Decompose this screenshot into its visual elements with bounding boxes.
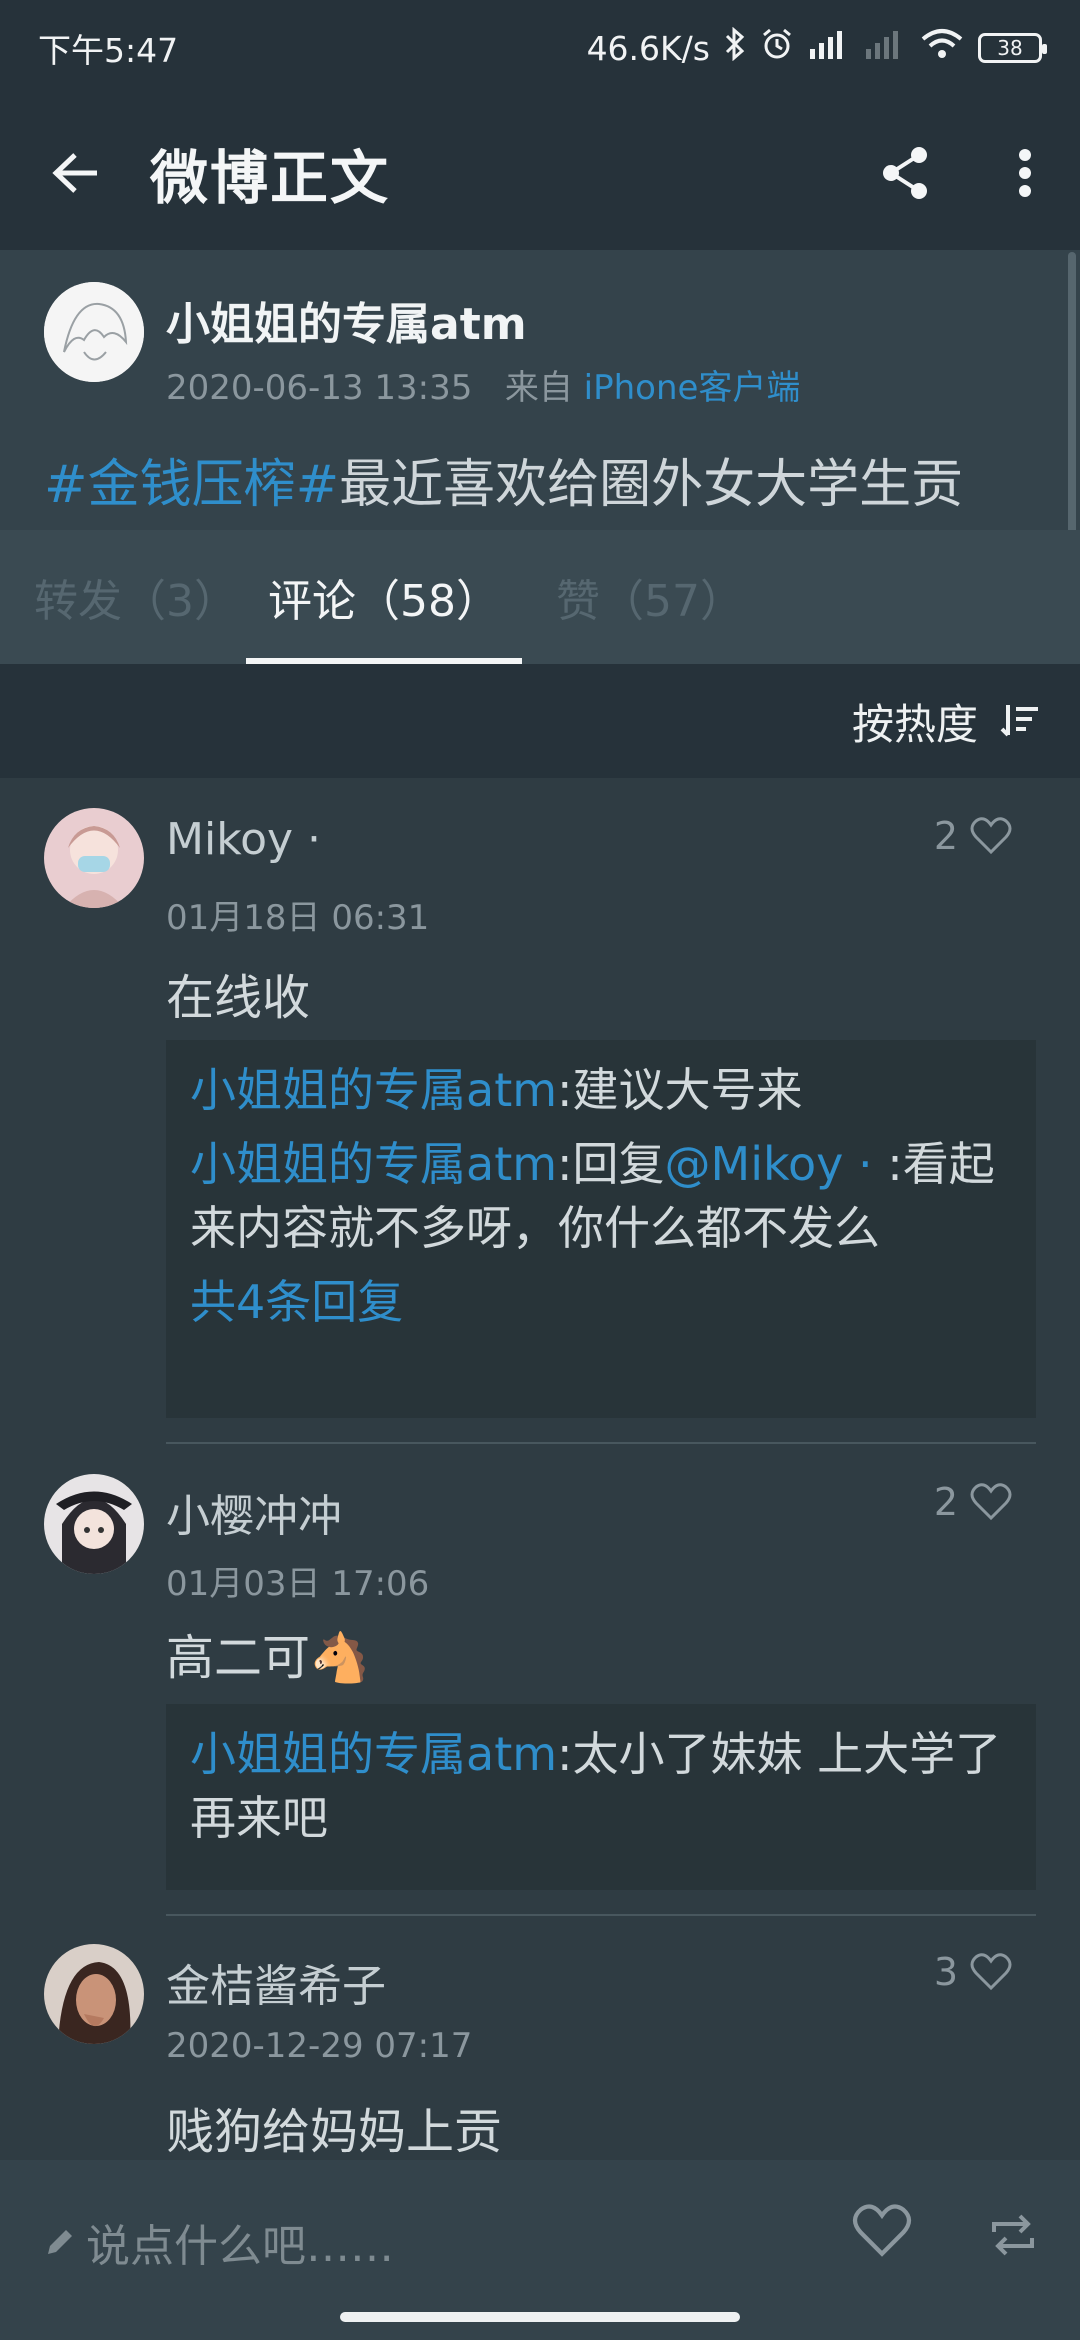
page-title: 微博正文 — [150, 144, 391, 212]
comment-author[interactable]: 金桔酱希子 — [166, 1950, 386, 2014]
tab-reposts[interactable]: 转发（3） — [0, 530, 246, 664]
post-source[interactable]: iPhone客户端 — [584, 368, 801, 408]
home-indicator[interactable] — [340, 2312, 740, 2322]
reply-box[interactable]: 小姐姐的专属atm:太小了妹妹 上大学了再来吧 — [166, 1704, 1036, 1890]
reply-mention[interactable]: @Mikoy · — [665, 1137, 873, 1191]
like-post-button[interactable] — [852, 2204, 912, 2262]
comment-input-placeholder: 说点什么吧…… — [86, 2221, 394, 2272]
comment-input[interactable]: 说点什么吧…… — [44, 2210, 394, 2274]
like-count: 3 — [933, 1950, 958, 1994]
comment-author[interactable]: Mikoy · — [166, 814, 321, 865]
sort-icon — [1000, 705, 1038, 737]
heart-icon — [970, 817, 1012, 855]
share-button[interactable] — [840, 96, 970, 250]
reply-text: :建议大号来 — [557, 1063, 803, 1117]
comment-date: 01月18日 06:31 — [166, 898, 430, 938]
avatar[interactable] — [44, 808, 144, 908]
post-from-label: 来自 — [504, 368, 573, 408]
app-bar: 微博正文 — [0, 96, 1080, 250]
net-speed: 46.6K/s — [586, 28, 710, 68]
like-button[interactable]: 3 — [934, 1950, 1012, 1994]
heart-icon — [852, 2204, 912, 2257]
comment-text[interactable]: 在线收 — [166, 958, 310, 1028]
repost-button[interactable] — [988, 2210, 1038, 2264]
reply-author[interactable]: 小姐姐的专属atm — [190, 1137, 557, 1191]
post-body[interactable]: #金钱压榨#最近喜欢给圈外女大学生贡 — [44, 442, 963, 517]
sort-bar[interactable]: 按热度 — [0, 664, 1080, 778]
back-arrow-icon — [52, 153, 97, 193]
comment-date: 2020-12-29 07:17 — [166, 2026, 473, 2066]
reply-text: :回复 — [557, 1137, 665, 1191]
reply-item: 小姐姐的专属atm:建议大号来 — [190, 1058, 1012, 1122]
more-button[interactable] — [970, 96, 1080, 250]
heart-icon — [970, 1953, 1012, 1991]
battery-icon: 38 — [978, 33, 1047, 63]
alarm-icon — [760, 27, 794, 69]
pencil-icon — [48, 2230, 72, 2254]
avatar[interactable] — [44, 1474, 144, 1574]
back-button[interactable] — [0, 96, 150, 250]
status-bar: 下午5:47 46.6K/s 38 — [0, 0, 1080, 96]
repost-icon — [992, 2214, 1034, 2256]
more-replies-link[interactable]: 共4条回复 — [190, 1270, 1012, 1334]
comment-author[interactable]: 小樱冲冲 — [166, 1480, 342, 1544]
author-avatar[interactable] — [44, 282, 144, 382]
post-meta: 2020-06-13 13:35 来自 iPhone客户端 — [166, 360, 800, 409]
reply-author[interactable]: 小姐姐的专属atm — [190, 1063, 557, 1117]
tab-comments[interactable]: 评论（58） — [246, 530, 522, 664]
like-button[interactable]: 2 — [934, 1480, 1012, 1524]
post-hashtag[interactable]: #金钱压榨# — [44, 455, 339, 515]
comment-list: Mikoy · 2 01月18日 06:31 在线收 小姐姐的专属atm:建议大… — [0, 778, 1080, 2160]
comment-date: 01月03日 17:06 — [166, 1564, 430, 1604]
divider — [166, 1914, 1036, 1916]
tab-bar: 转发（3） 评论（58） 赞（57） — [0, 530, 1080, 664]
sort-label[interactable]: 按热度 — [852, 691, 978, 752]
reply-item: 小姐姐的专属atm:太小了妹妹 上大学了再来吧 — [190, 1722, 1012, 1850]
heart-icon — [970, 1483, 1012, 1521]
reply-item: 小姐姐的专属atm:回复@Mikoy · :看起来内容就不多呀，你什么都不发么 — [190, 1132, 1012, 1260]
tab-likes[interactable]: 赞（57） — [522, 530, 744, 664]
reply-author[interactable]: 小姐姐的专属atm — [190, 1727, 557, 1781]
more-vert-icon — [1019, 149, 1031, 197]
reply-box[interactable]: 小姐姐的专属atm:建议大号来 小姐姐的专属atm:回复@Mikoy · :看起… — [166, 1040, 1036, 1418]
like-count: 2 — [933, 814, 958, 858]
avatar[interactable] — [44, 1944, 144, 2044]
post-time: 2020-06-13 13:35 — [166, 368, 473, 408]
post-text: 最近喜欢给圈外女大学生贡 — [339, 455, 964, 515]
comment-text[interactable]: 贱狗给妈妈上贡 — [166, 2092, 502, 2160]
status-icons: 46.6K/s 38 — [586, 26, 1047, 69]
share-icon — [883, 147, 927, 199]
like-button[interactable]: 2 — [934, 814, 1012, 858]
comment-text[interactable]: 高二可🐴 — [166, 1618, 370, 1688]
status-time: 下午5:47 — [38, 31, 179, 70]
signal-weak-icon — [864, 27, 906, 69]
post-author[interactable]: 小姐姐的专属atm — [166, 288, 527, 352]
wifi-icon — [920, 27, 964, 69]
like-count: 2 — [933, 1480, 958, 1524]
bluetooth-icon — [724, 26, 746, 69]
signal-hd-icon — [808, 27, 850, 69]
post-header[interactable]: 小姐姐的专属atm 2020-06-13 13:35 来自 iPhone客户端 … — [0, 250, 1080, 530]
divider — [166, 1442, 1036, 1444]
